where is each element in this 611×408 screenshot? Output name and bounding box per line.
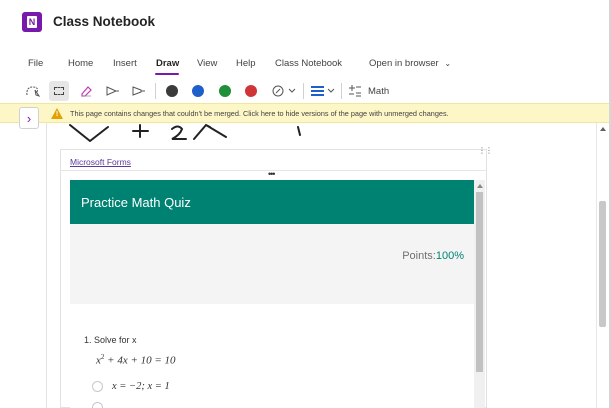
pen-red-icon	[245, 85, 257, 97]
eraser-icon[interactable]	[77, 81, 95, 101]
onenote-logo-icon: N	[22, 12, 42, 32]
active-tab-indicator	[155, 73, 179, 75]
app-title: Class Notebook	[53, 14, 156, 29]
menu-bar: File Home Insert Draw View Help Class No…	[0, 54, 611, 76]
page-left-rule	[46, 123, 47, 408]
quiz-title: Practice Math Quiz	[81, 195, 191, 210]
embed-drag-handle-icon[interactable]: •••	[268, 170, 276, 179]
equation-rest: + 4x + 10 = 10	[104, 354, 176, 367]
toolbar-separator	[303, 83, 304, 99]
unmerged-changes-warning[interactable]: ! This page contains changes that couldn…	[0, 103, 611, 123]
pen-red-button[interactable]	[243, 81, 259, 101]
question-label: 1. Solve for x	[84, 335, 137, 345]
menu-draw[interactable]: Draw	[156, 58, 179, 69]
title-bar: N Class Notebook	[0, 0, 611, 44]
menu-view[interactable]: View	[197, 58, 217, 69]
add-pen-icon	[272, 85, 296, 97]
chevron-right-icon: ›	[26, 110, 32, 126]
pen-blue-icon	[192, 85, 204, 97]
line-thickness-button[interactable]	[309, 81, 337, 101]
math-button[interactable]: Math	[348, 81, 396, 101]
draw-toolbar: Math	[0, 78, 611, 102]
open-in-browser-button[interactable]: Open in browser ⌄	[369, 58, 451, 69]
add-pen-button[interactable]	[270, 81, 298, 101]
scrollbar-thumb[interactable]	[476, 192, 483, 372]
quiz-scrollbar[interactable]	[474, 180, 485, 408]
menu-class-notebook[interactable]: Class Notebook	[275, 58, 342, 69]
embed-resize-icon[interactable]: ⋮⋮	[478, 146, 493, 155]
toolbar-separator	[155, 83, 156, 99]
quiz-frame: Practice Math Quiz Points:100% 1. Solve …	[70, 180, 474, 408]
chevron-down-icon: ⌄	[444, 59, 452, 68]
page-scrollbar[interactable]	[596, 123, 608, 408]
answer-option[interactable]	[92, 402, 112, 408]
radio-button[interactable]	[92, 381, 103, 392]
points-value: 100%	[435, 250, 464, 262]
marquee-select-icon	[49, 81, 69, 101]
open-in-browser-label: Open in browser	[369, 58, 439, 69]
menu-home[interactable]: Home	[68, 58, 93, 69]
menu-help[interactable]: Help	[236, 58, 256, 69]
menu-file[interactable]: File	[28, 58, 43, 69]
pen-green-icon	[219, 85, 231, 97]
pen-black-button[interactable]	[164, 81, 180, 101]
line-thickness-icon	[311, 86, 335, 96]
highlighter-tool-icon[interactable]	[130, 81, 148, 101]
scroll-up-icon[interactable]	[477, 184, 483, 188]
menu-insert[interactable]: Insert	[113, 58, 137, 69]
pen-black-icon	[166, 85, 178, 97]
radio-button[interactable]	[92, 402, 103, 408]
quiz-header: Practice Math Quiz	[70, 180, 474, 224]
pen-tool-icon[interactable]	[104, 81, 122, 101]
math-icon	[349, 85, 361, 97]
marquee-select-button[interactable]	[48, 81, 70, 101]
points-display: Points:100%	[402, 250, 464, 262]
math-label: Math	[368, 85, 390, 97]
answer-option-label: x = −2; x = 1	[112, 381, 170, 392]
expand-navigation-button[interactable]: ›	[19, 107, 39, 129]
scroll-up-icon[interactable]	[600, 127, 606, 131]
points-band: Points:100%	[70, 224, 474, 304]
question-equation: x2 + 4x + 10 = 10	[96, 353, 176, 367]
pen-blue-button[interactable]	[190, 81, 206, 101]
lasso-select-icon[interactable]	[24, 81, 42, 101]
answer-option[interactable]: x = −2; x = 1	[92, 381, 170, 392]
toolbar-separator	[341, 83, 342, 99]
microsoft-forms-link[interactable]: Microsoft Forms	[70, 157, 131, 167]
handwritten-ink	[69, 123, 301, 142]
scrollbar-thumb[interactable]	[599, 201, 606, 327]
pen-green-button[interactable]	[217, 81, 233, 101]
warning-text: This page contains changes that couldn't…	[70, 109, 449, 118]
warning-icon: !	[51, 108, 63, 119]
points-label: Points:	[402, 250, 436, 262]
